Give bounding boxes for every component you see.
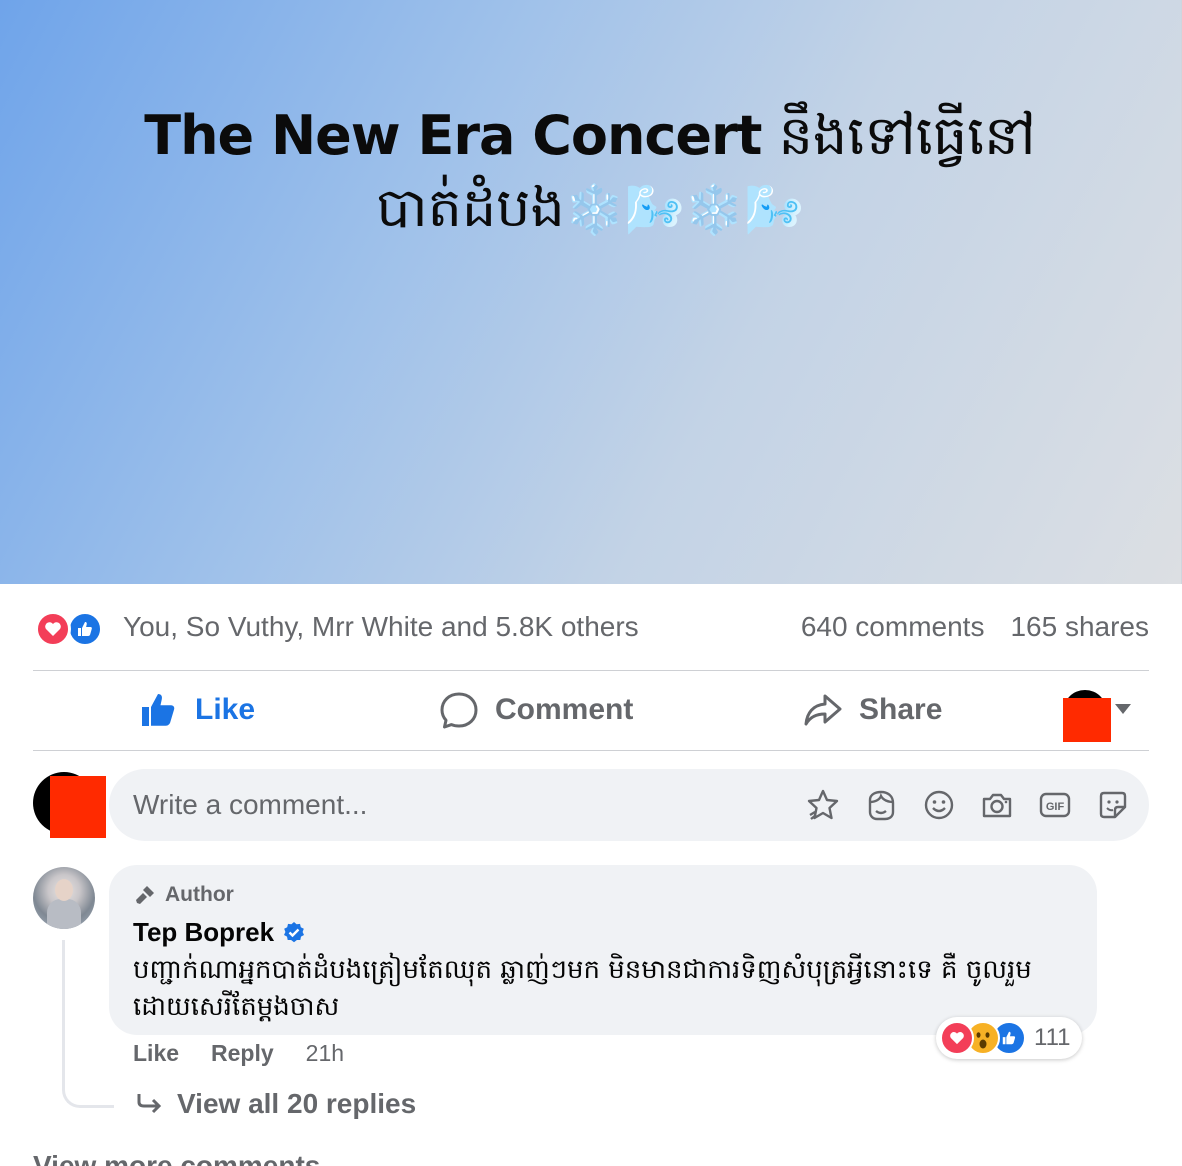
like-label: Like (195, 693, 256, 726)
comment-timestamp[interactable]: 21h (306, 1040, 344, 1067)
sticker-icon[interactable] (1095, 787, 1131, 823)
gif-label: GIF (1046, 801, 1065, 813)
post-title: The New Era Concert នឹងទៅធ្វើនៅ បាត់ដំបង… (120, 100, 1060, 246)
emoji-icon[interactable] (921, 787, 957, 823)
comment-author[interactable]: Tep Boprek (133, 917, 274, 948)
snowflake-wind-emoji: ❄️🌬️❄️🌬️ (564, 182, 804, 238)
like-button[interactable]: Like (139, 690, 255, 730)
comment-text: បញ្ជាក់ណាអ្នកបាត់ដំបងត្រៀមតែឈុត ឆ្លាញ់ៗម… (133, 955, 1032, 1022)
comment-label: Comment (495, 693, 634, 726)
verified-badge-icon (284, 921, 305, 942)
author-badge-label: Author (165, 883, 234, 906)
post-title-khmer-line1: នឹងទៅធ្វើនៅ (778, 104, 1036, 167)
comment-bubble-icon (440, 692, 478, 729)
camera-icon[interactable] (979, 787, 1015, 823)
like-reaction-icon (67, 611, 103, 647)
love-reaction-icon (35, 611, 71, 647)
divider (33, 670, 1149, 671)
comment-bubble: Author Tep Boprek បញ្ជាក់ណាអ្នកបាត់ដំបងត… (109, 865, 1097, 1035)
redaction-mark (50, 776, 106, 838)
shares-count[interactable]: 165 shares (1010, 611, 1149, 643)
comment-reply-button[interactable]: Reply (211, 1040, 274, 1067)
comment-like-button[interactable]: Like (133, 1040, 179, 1067)
thumbs-up-icon (142, 694, 175, 726)
account-switcher[interactable] (1063, 690, 1133, 742)
avatar-face (55, 879, 73, 901)
comment-composer: GIF (109, 769, 1149, 841)
comment-meta: Like Reply 21h (133, 1040, 344, 1067)
reaction-summary: You, So Vuthy, Mrr White and 5.8K others… (35, 604, 1149, 650)
ai-face-icon[interactable] (863, 787, 899, 823)
reaction-icons[interactable] (35, 607, 109, 647)
love-reaction-icon (940, 1021, 974, 1055)
reply-arrow-icon (137, 1094, 162, 1114)
avatar-sticker-icon[interactable] (805, 787, 841, 823)
share-label: Share (859, 693, 943, 726)
comment-input[interactable] (133, 789, 733, 821)
view-replies-link[interactable]: View all 20 replies (135, 1088, 416, 1120)
gif-icon[interactable]: GIF (1037, 787, 1073, 823)
comment-reaction-count: 111 (1034, 1024, 1071, 1051)
comment-button[interactable]: Comment (439, 690, 633, 730)
redaction-mark (1063, 698, 1111, 742)
share-arrow-icon (804, 694, 842, 726)
view-replies-label: View all 20 replies (177, 1088, 417, 1119)
chevron-down-icon (1115, 704, 1131, 714)
author-badge: Author (133, 883, 1073, 907)
thread-connector (62, 940, 114, 1108)
microphone-icon (136, 886, 154, 904)
reactors-text[interactable]: You, So Vuthy, Mrr White and 5.8K others (123, 611, 639, 643)
avatar-body (47, 899, 81, 929)
view-more-comments-link[interactable]: View more comments (33, 1150, 320, 1166)
comments-count[interactable]: 640 comments (801, 611, 985, 643)
post-image[interactable]: The New Era Concert នឹងទៅធ្វើនៅ បាត់ដំបង… (0, 0, 1182, 584)
share-button[interactable]: Share (803, 690, 942, 730)
post-title-khmer-line2: បាត់ដំបង (376, 176, 565, 239)
post-title-english: The New Era Concert (144, 104, 762, 167)
post-action-bar: Like Comment Share (33, 672, 1149, 750)
comment-reactions[interactable]: 111 (936, 1017, 1083, 1059)
divider (33, 750, 1149, 751)
avatar[interactable] (33, 867, 95, 929)
